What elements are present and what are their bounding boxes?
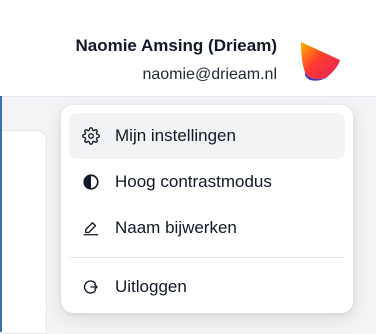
menu-item-update-name[interactable]: Naam bijwerken xyxy=(69,205,345,251)
gear-icon xyxy=(81,126,101,146)
menu-divider xyxy=(69,257,345,258)
menu-item-label: Naam bijwerken xyxy=(115,218,237,237)
menu-item-label: Uitloggen xyxy=(115,277,187,296)
menu-item-label: Mijn instellingen xyxy=(115,126,236,145)
user-email: naomie@drieam.nl xyxy=(142,66,277,83)
contrast-icon xyxy=(81,172,101,192)
pencil-icon xyxy=(81,218,101,238)
content-card xyxy=(2,130,47,334)
menu-item-label: Hoog contrastmodus xyxy=(115,172,272,191)
menu-item-logout[interactable]: Uitloggen xyxy=(69,264,345,310)
menu-item-settings[interactable]: Mijn instellingen xyxy=(69,113,345,159)
logout-icon xyxy=(81,277,101,297)
user-dropdown-menu: Mijn instellingen Hoog contrastmodus Naa… xyxy=(61,105,353,313)
drieam-logo-icon[interactable] xyxy=(296,38,344,86)
menu-item-high-contrast[interactable]: Hoog contrastmodus xyxy=(69,159,345,205)
user-name: Naomie Amsing (Drieam) xyxy=(75,36,277,55)
